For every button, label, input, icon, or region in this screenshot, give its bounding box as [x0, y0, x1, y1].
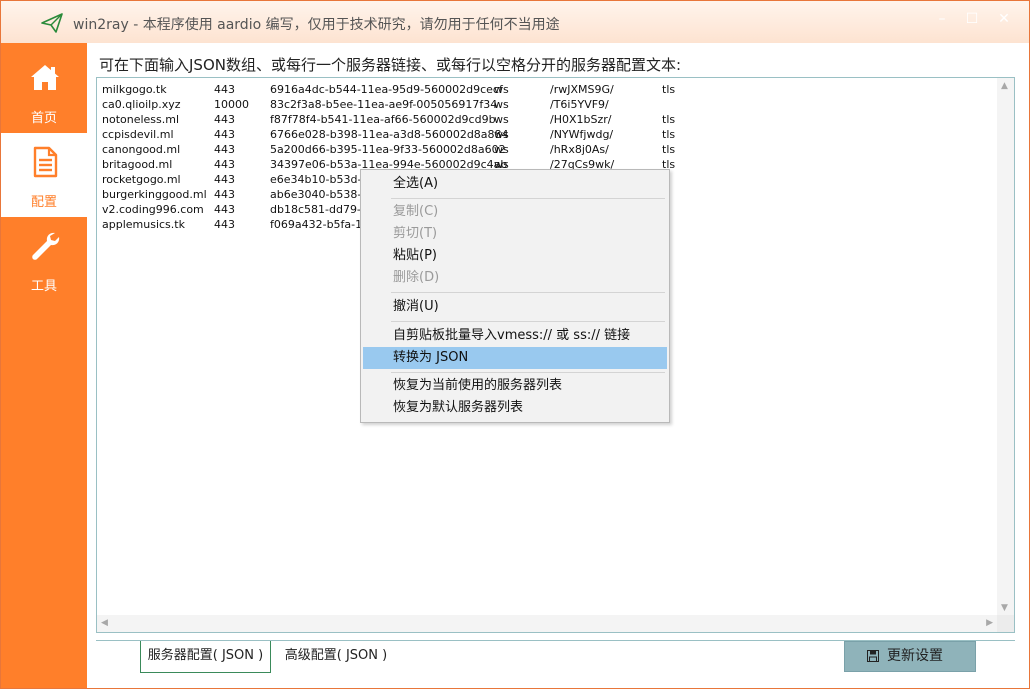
config-field: f069a432-b5fa-11	[270, 218, 370, 231]
config-field: /NYWfjwdg/	[550, 128, 614, 141]
scroll-down-icon[interactable]: ▼	[1001, 603, 1008, 613]
config-field: tls	[662, 128, 676, 141]
menu-separator	[391, 292, 665, 293]
config-field: canongood.ml	[102, 143, 181, 156]
tab-server-config[interactable]: 服务器配置( JSON )	[140, 641, 271, 673]
menu-separator	[391, 198, 665, 199]
config-field: 83c2f3a8-b5ee-11ea-ae9f-005056917f34	[270, 98, 498, 111]
config-field: burgerkinggood.ml	[102, 188, 207, 201]
config-field: ws	[494, 83, 509, 96]
page-heading: 可在下面输入JSON数组、或每行一个服务器链接、或每行以空格分开的服务器配置文本…	[99, 56, 682, 74]
config-field: applemusics.tk	[102, 218, 185, 231]
scroll-corner	[997, 615, 1014, 632]
config-field: ws	[494, 128, 509, 141]
config-field: 5a200d66-b395-11ea-9f33-560002d8a602	[270, 143, 506, 156]
maximize-button[interactable]: ☐	[958, 9, 986, 31]
config-field: 443	[214, 113, 235, 126]
document-icon	[33, 146, 58, 178]
app-window: win2ray - 本程序使用 aardio 编写，仅用于技术研究，请勿用于任何…	[0, 0, 1030, 689]
config-field: 443	[214, 218, 235, 231]
menu-item-convert-to-json[interactable]: 转换为 JSON	[363, 347, 667, 369]
config-field: 443	[214, 158, 235, 171]
menu-item-paste[interactable]: 粘贴(P)	[363, 245, 667, 267]
sidebar-item-config[interactable]: 配置	[1, 133, 87, 217]
config-field: ab6e3040-b538-1	[270, 188, 369, 201]
menu-item-copy[interactable]: 复制(C)	[363, 201, 667, 223]
config-field: milkgogo.tk	[102, 83, 167, 96]
config-field: ws	[494, 98, 509, 111]
menu-item-undo[interactable]: 撤消(U)	[363, 296, 667, 318]
paper-plane-icon	[41, 13, 63, 33]
menu-item-restore-current[interactable]: 恢复为当前使用的服务器列表	[363, 375, 667, 397]
tab-advanced-config[interactable]: 高级配置( JSON )	[273, 641, 399, 673]
menu-separator	[391, 372, 665, 373]
sidebar: 首页 配置 工具	[1, 43, 87, 688]
config-field: db18c581-dd79-4	[270, 203, 368, 216]
vertical-scrollbar[interactable]: ▲ ▼	[997, 78, 1014, 616]
config-field: e6e34b10-b53d-1	[270, 173, 369, 186]
sidebar-item-home[interactable]: 首页	[1, 49, 87, 133]
horizontal-scrollbar[interactable]: ◀ ▶	[97, 615, 997, 632]
window-title: win2ray - 本程序使用 aardio 编写，仅用于技术研究，请勿用于任何…	[73, 17, 560, 33]
scroll-up-icon[interactable]: ▲	[1001, 81, 1008, 91]
menu-item-delete[interactable]: 删除(D)	[363, 267, 667, 289]
scroll-left-icon[interactable]: ◀	[101, 618, 108, 628]
home-icon	[31, 65, 59, 90]
config-field: /H0X1bSzr/	[550, 113, 612, 126]
config-field: 6916a4dc-b544-11ea-95d9-560002d9cecf	[270, 83, 503, 96]
menu-item-select-all[interactable]: 全选(A)	[363, 173, 667, 195]
config-field: ca0.qlioilp.xyz	[102, 98, 181, 111]
config-field: /hRx8j0As/	[550, 143, 609, 156]
update-settings-label: 更新设置	[887, 648, 943, 664]
config-field: ccpisdevil.ml	[102, 128, 174, 141]
update-settings-button[interactable]: 更新设置	[844, 641, 976, 672]
menu-item-cut[interactable]: 剪切(T)	[363, 223, 667, 245]
wrench-icon	[32, 232, 60, 260]
config-field: f87f78f4-b541-11ea-af66-560002d9cd9b	[270, 113, 496, 126]
config-field: tls	[662, 113, 676, 126]
menu-item-restore-default[interactable]: 恢复为默认服务器列表	[363, 397, 667, 419]
config-field: /T6i5YVF9/	[550, 98, 609, 111]
scroll-right-icon[interactable]: ▶	[986, 618, 993, 628]
save-icon	[867, 650, 879, 662]
config-field: 443	[214, 128, 235, 141]
config-field: 443	[214, 173, 235, 186]
sidebar-item-label: 首页	[30, 111, 57, 126]
menu-separator	[391, 321, 665, 322]
config-field: ws	[494, 143, 509, 156]
close-button[interactable]: ✕	[990, 9, 1018, 31]
config-field: 443	[214, 203, 235, 216]
config-field: v2.coding996.com	[102, 203, 204, 216]
context-menu: 全选(A) 复制(C) 剪切(T) 粘贴(P) 删除(D) 撤消(U) 自剪贴板…	[360, 169, 670, 423]
menu-item-import-from-clipboard[interactable]: 自剪贴板批量导入vmess:// 或 ss:// 链接	[363, 325, 667, 347]
config-field: tls	[662, 83, 676, 96]
minimize-button[interactable]: –	[928, 9, 956, 31]
title-bar[interactable]: win2ray - 本程序使用 aardio 编写，仅用于技术研究，请勿用于任何…	[1, 1, 1029, 43]
config-field: 10000	[214, 98, 249, 111]
config-field: ws	[494, 113, 509, 126]
config-field: rocketgogo.ml	[102, 173, 181, 186]
config-field: 443	[214, 83, 235, 96]
sidebar-item-tools[interactable]: 工具	[1, 217, 87, 301]
config-field: 6766e028-b398-11ea-a3d8-560002d8a884	[270, 128, 509, 141]
config-field: 443	[214, 143, 235, 156]
config-field: notoneless.ml	[102, 113, 180, 126]
config-field: britagood.ml	[102, 158, 173, 171]
config-field: 443	[214, 188, 235, 201]
config-field: /rwJXMS9G/	[550, 83, 614, 96]
sidebar-item-label: 配置	[30, 195, 57, 210]
config-field: tls	[662, 143, 676, 156]
sidebar-item-label: 工具	[30, 279, 57, 294]
